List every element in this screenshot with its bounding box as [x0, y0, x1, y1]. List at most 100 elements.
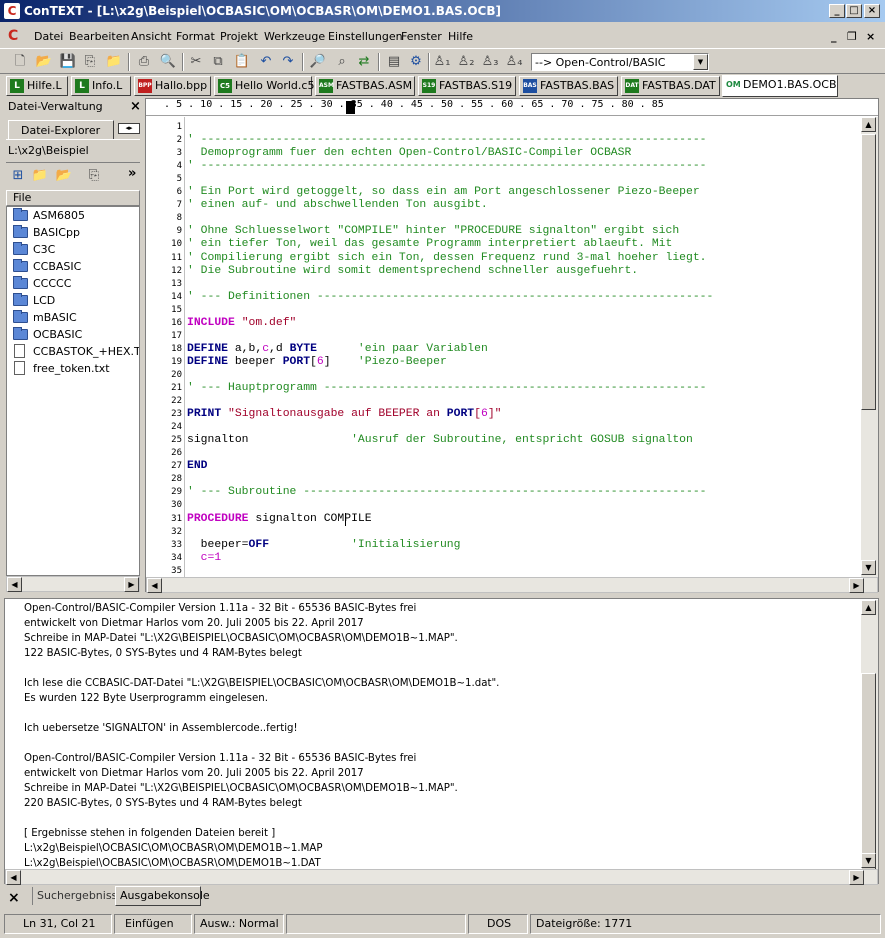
filter-icon[interactable]: ⎘ [84, 166, 104, 186]
editor-vscroll[interactable]: ▲ ▼ [861, 117, 878, 577]
tools-icon[interactable]: ⚙ [406, 52, 426, 72]
paste-icon[interactable]: 📋 [232, 52, 252, 72]
tab-hello-world[interactable]: C5 Hello World.c5 [214, 76, 314, 96]
tab-hallo[interactable]: BPP Hallo.bpp [134, 76, 211, 96]
mdi-restore-button[interactable]: ❐ [847, 30, 857, 43]
editor-hscroll[interactable]: ◀ ▶ [146, 577, 878, 593]
user-exec-2-icon[interactable]: ♙₂ [456, 52, 476, 72]
mdi-minimize-button[interactable]: _ [831, 30, 837, 43]
more-chevron-icon[interactable]: » [128, 166, 136, 181]
find-icon[interactable]: 🔎 [308, 52, 328, 72]
code-line[interactable]: ' --- Definitionen ---------------------… [187, 291, 713, 304]
scroll-right-icon[interactable]: ▶ [849, 870, 864, 885]
list-item[interactable]: OCBASIC [7, 326, 139, 343]
code-line[interactable]: DEFINE beeper PORT[6] 'Piezo-Beeper [187, 356, 447, 369]
undo-icon[interactable]: ↶ [256, 52, 276, 72]
highlighter-select[interactable]: --> Open-Control/BASIC ▼ [531, 53, 709, 71]
file-list[interactable]: ASM6805 BASICpp C3C CCBASIC CCCCC LCD mB… [6, 206, 140, 576]
file-properties-icon[interactable]: ▤ [384, 52, 404, 72]
redo-icon[interactable]: ↷ [278, 52, 298, 72]
list-item[interactable]: ASM6805 [7, 207, 139, 224]
file-list-hscroll[interactable]: ◀ ▶ [6, 576, 140, 592]
code-line[interactable]: DEFINE a,b,c,d BYTE 'ein paar Variablen [187, 343, 488, 356]
scroll-down-icon[interactable]: ▼ [861, 853, 876, 868]
console-vscroll[interactable]: ▲ ▼ [861, 600, 878, 873]
code-line[interactable]: ' --- Hauptprogramm --------------------… [187, 382, 707, 395]
tab-fastbas-dat[interactable]: DAT FASTBAS.DAT [621, 76, 720, 96]
folder-up-icon[interactable]: 📁 [30, 166, 50, 186]
chevron-down-icon[interactable]: ▼ [693, 54, 708, 70]
scroll-thumb[interactable] [861, 134, 876, 410]
code-line[interactable]: END [187, 460, 208, 473]
tab-hilfe[interactable]: L Hilfe.L [6, 76, 68, 96]
close-button[interactable]: × [864, 4, 880, 18]
tab-datei-explorer[interactable]: Datei-Explorer [8, 120, 114, 140]
code-line[interactable]: c=1 [187, 552, 222, 565]
code-line[interactable]: ' --------------------------------------… [187, 160, 707, 173]
scroll-left-icon[interactable]: ◀ [147, 578, 162, 593]
code-line[interactable]: beeper=OFF 'Initialisierung [187, 539, 461, 552]
code-line[interactable]: PROCEDURE signalton COMPILE [187, 513, 372, 526]
menu-bearbeiten[interactable]: Bearbeiten [69, 30, 129, 43]
scroll-left-icon[interactable]: ◀ [7, 577, 22, 592]
tab-ausgabekonsole[interactable]: Ausgabekonsole [115, 886, 210, 906]
list-item[interactable]: free_token.txt [7, 360, 139, 377]
scroll-right-icon[interactable]: ▶ [849, 578, 864, 593]
list-item[interactable]: LCD [7, 292, 139, 309]
menu-fenster[interactable]: Fenster [401, 30, 442, 43]
code-line[interactable]: ' Ohne Schluesselwort "COMPILE" hinter "… [187, 225, 679, 238]
scroll-left-icon[interactable]: ◀ [6, 870, 21, 885]
mdi-close-button[interactable]: × [866, 30, 875, 43]
menu-projekt[interactable]: Projekt [220, 30, 258, 43]
find-next-icon[interactable]: ⌕ [332, 52, 352, 72]
panel-close-icon[interactable]: × [130, 99, 141, 114]
code-line[interactable]: ' Die Subroutine wird somit dementsprech… [187, 265, 638, 278]
code-line[interactable]: ' --------------------------------------… [187, 134, 707, 147]
menu-format[interactable]: Format [176, 30, 215, 43]
copy-icon[interactable]: ⧉ [208, 52, 228, 72]
list-item[interactable]: mBASIC [7, 309, 139, 326]
code-area[interactable]: ' --------------------------------------… [184, 117, 861, 577]
tab-fastbas-bas[interactable]: BAS FASTBAS.BAS [519, 76, 618, 96]
new-file-icon[interactable]: 🗋 [10, 52, 30, 72]
code-line[interactable]: signalton 'Ausruf der Subroutine, entspr… [187, 434, 693, 447]
menu-datei[interactable]: Datei [34, 30, 63, 43]
code-line[interactable]: ' Ein Port wird getoggelt, so dass ein a… [187, 186, 700, 199]
scroll-right-icon[interactable]: ▶ [124, 577, 139, 592]
app-icon[interactable]: C [4, 3, 20, 19]
save-all-icon[interactable]: ⎘ [80, 52, 100, 72]
menu-einstellungen[interactable]: Einstellungen [328, 30, 403, 43]
file-column-header[interactable]: File [6, 190, 140, 206]
menu-werkzeuge[interactable]: Werkzeuge [264, 30, 325, 43]
console-text[interactable]: Open-Control/BASIC-Compiler Version 1.11… [24, 601, 854, 869]
tree-view-icon[interactable]: ⊞ [8, 166, 28, 186]
code-line[interactable]: PRINT "Signaltonausgabe auf BEEPER an PO… [187, 408, 501, 421]
scroll-up-icon[interactable]: ▲ [861, 600, 876, 615]
code-line[interactable]: Demoprogramm fuer den echten Open-Contro… [187, 147, 632, 160]
print-icon[interactable]: ⎙ [134, 52, 154, 72]
code-line[interactable]: INCLUDE "om.def" [187, 317, 296, 330]
scroll-thumb[interactable] [861, 673, 876, 873]
open-file-icon[interactable]: 📂 [34, 52, 54, 72]
print-preview-icon[interactable]: 🔍 [158, 52, 178, 72]
menu-ansicht[interactable]: Ansicht [131, 30, 172, 43]
maximize-button[interactable]: □ [846, 4, 862, 18]
user-exec-3-icon[interactable]: ♙₃ [480, 52, 500, 72]
code-line[interactable]: ' ein tiefer Ton, weil das gesamte Progr… [187, 238, 672, 251]
tab-demo1-bas-ocb[interactable]: OM DEMO1.BAS.OCB [722, 75, 838, 97]
list-item[interactable]: BASICpp [7, 224, 139, 241]
user-exec-4-icon[interactable]: ♙₄ [504, 52, 524, 72]
user-exec-1-icon[interactable]: ♙₁ [432, 52, 452, 72]
console-close-icon[interactable]: × [8, 890, 20, 906]
scroll-up-icon[interactable]: ▲ [861, 117, 876, 132]
replace-icon[interactable]: ⇄ [354, 52, 374, 72]
nav-arrows-icon[interactable]: ◂▸ [118, 123, 140, 134]
list-item[interactable]: CCBASTOK_+HEX.TXT [7, 343, 139, 360]
console-hscroll[interactable]: ◀ ▶ [5, 869, 878, 885]
tab-info[interactable]: L Info.L [71, 76, 131, 96]
tab-fastbas-s19[interactable]: S19 FASTBAS.S19 [418, 76, 516, 96]
save-icon[interactable]: 💾 [58, 52, 78, 72]
code-line[interactable]: ' Compilierung ergibt sich ein Ton, dess… [187, 252, 707, 265]
menu-hilfe[interactable]: Hilfe [448, 30, 473, 43]
open-folder-icon[interactable]: 📁 [104, 52, 124, 72]
